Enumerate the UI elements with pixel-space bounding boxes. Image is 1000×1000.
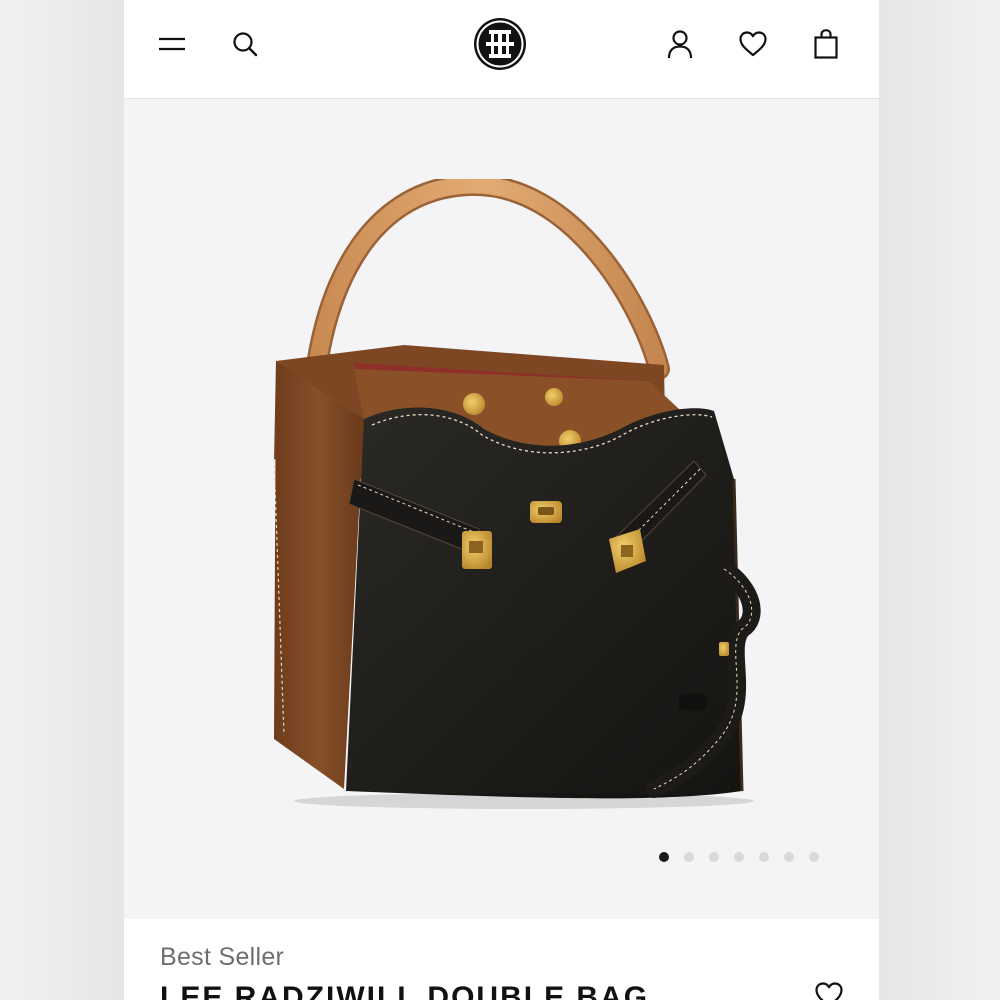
- add-to-wishlist-button[interactable]: [814, 981, 846, 1000]
- best-seller-badge: Best Seller: [160, 943, 285, 971]
- search-button[interactable]: [227, 26, 263, 62]
- shopping-bag-icon: [814, 29, 838, 59]
- user-icon: [667, 30, 693, 59]
- site-header: [124, 0, 879, 99]
- gallery-dot-1[interactable]: [659, 852, 669, 862]
- gallery-dot-7[interactable]: [809, 852, 819, 862]
- gallery-dot-5[interactable]: [759, 852, 769, 862]
- gallery-dot-6[interactable]: [784, 852, 794, 862]
- product-gallery[interactable]: [124, 99, 879, 919]
- wishlist-button[interactable]: [735, 26, 771, 62]
- heart-icon: [815, 982, 843, 1000]
- backdrop-left: [0, 0, 124, 1000]
- search-icon: [233, 32, 258, 57]
- menu-button[interactable]: [154, 26, 190, 62]
- gallery-dot-2[interactable]: [684, 852, 694, 862]
- gallery-pagination: [659, 852, 819, 862]
- mobile-page: Best Seller LEE RADZIWILL DOUBLE BAG: [124, 0, 879, 1000]
- product-info: Best Seller LEE RADZIWILL DOUBLE BAG: [124, 919, 879, 1000]
- bag-button[interactable]: [808, 26, 844, 62]
- gallery-dot-3[interactable]: [709, 852, 719, 862]
- account-button[interactable]: [662, 26, 698, 62]
- product-title: LEE RADZIWILL DOUBLE BAG: [160, 981, 650, 1000]
- product-image: [273, 179, 761, 809]
- tory-burch-logo-icon: [474, 18, 526, 70]
- gallery-dot-4[interactable]: [734, 852, 744, 862]
- heart-icon: [739, 31, 767, 57]
- hamburger-menu-icon: [159, 37, 185, 51]
- backdrop-right: [879, 0, 1000, 1000]
- brand-logo[interactable]: [472, 16, 528, 72]
